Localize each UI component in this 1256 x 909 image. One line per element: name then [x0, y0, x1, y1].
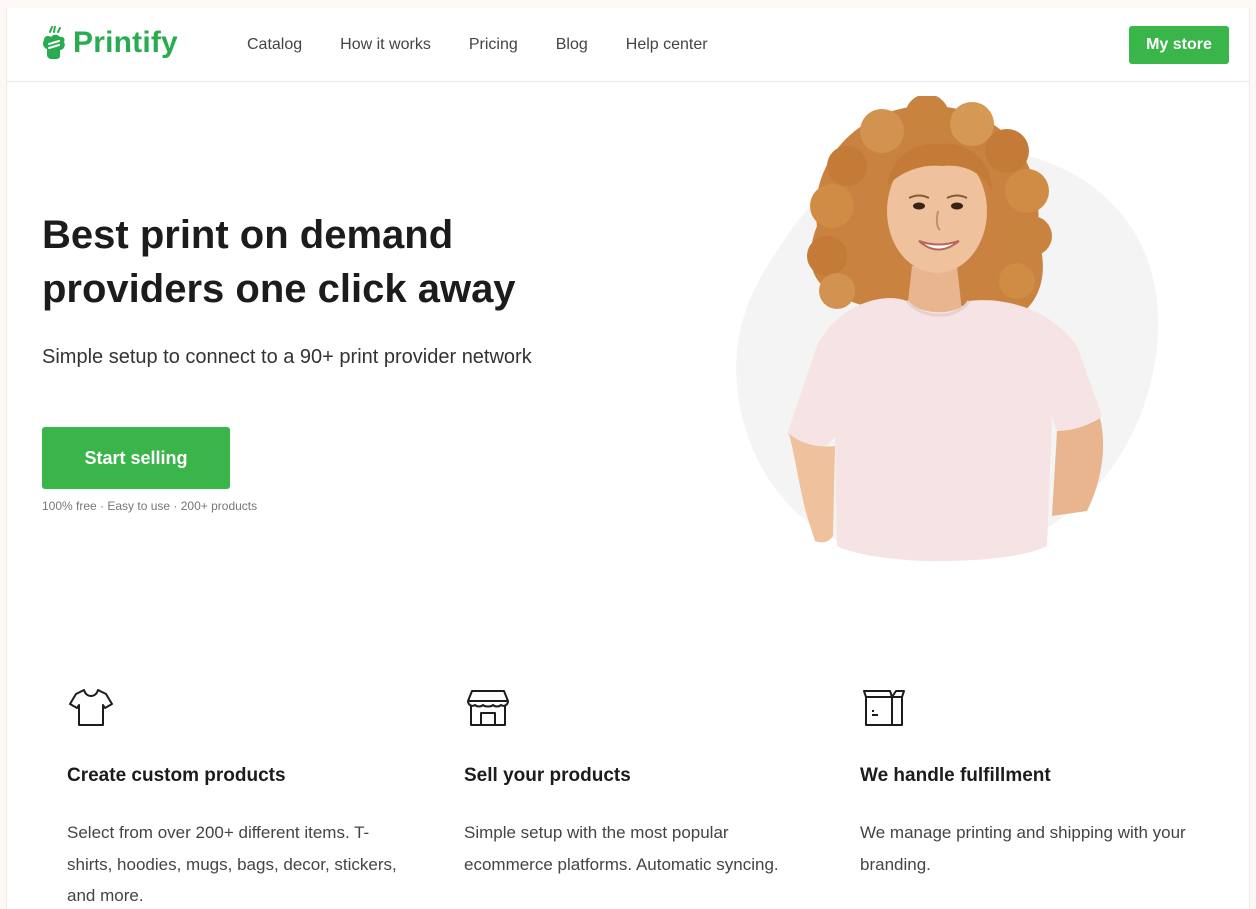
printify-logo[interactable]: Printify — [41, 26, 178, 60]
feature-title: Sell your products — [464, 765, 631, 786]
hero-title: Best print on demand providers one click… — [42, 208, 602, 316]
feature-description: We manage printing and shipping with you… — [860, 823, 1186, 874]
nav-item-blog[interactable]: Blog — [556, 36, 588, 54]
nav-item-pricing[interactable]: Pricing — [469, 36, 518, 54]
hero-title-line-2: providers one click away — [42, 267, 516, 311]
feature-fulfillment: We handle fulfillment We manage printing… — [860, 683, 1200, 874]
feature-title: We handle fulfillment — [860, 765, 1051, 786]
printify-logo-icon — [43, 26, 65, 59]
nav-item-catalog[interactable]: Catalog — [247, 36, 302, 54]
top-navigation-bar: Printify Catalog How it works Pricing Bl… — [7, 8, 1249, 82]
main-nav: Catalog How it works Pricing Blog Help c… — [247, 36, 746, 54]
feature-description: Select from over 200+ different items. T… — [67, 823, 397, 905]
hero-subtitle: Simple setup to connect to a 90+ print p… — [42, 346, 532, 368]
box-icon — [863, 690, 905, 726]
start-selling-button[interactable]: Start selling — [42, 427, 230, 489]
nav-item-how-it-works[interactable]: How it works — [340, 36, 431, 54]
hero-meta-text: 100% free · Easy to use · 200+ products — [42, 499, 258, 513]
logo-text: Printify — [73, 26, 178, 59]
t-shirt-icon — [69, 689, 113, 726]
nav-item-help-center[interactable]: Help center — [626, 36, 708, 54]
features-section: Create custom products Select from over … — [67, 683, 1251, 909]
feature-description: Simple setup with the most popular ecomm… — [464, 823, 779, 874]
feature-sell-products: Sell your products Simple setup with the… — [464, 683, 804, 874]
feature-create-products: Create custom products Select from over … — [67, 683, 407, 905]
page: Printify Catalog How it works Pricing Bl… — [6, 8, 1250, 909]
hero-model-image — [736, 96, 1159, 562]
hero-title-line-1: Best print on demand — [42, 213, 454, 257]
feature-title: Create custom products — [67, 765, 286, 786]
my-store-button[interactable]: My store — [1129, 26, 1229, 64]
storefront-icon — [467, 690, 509, 726]
